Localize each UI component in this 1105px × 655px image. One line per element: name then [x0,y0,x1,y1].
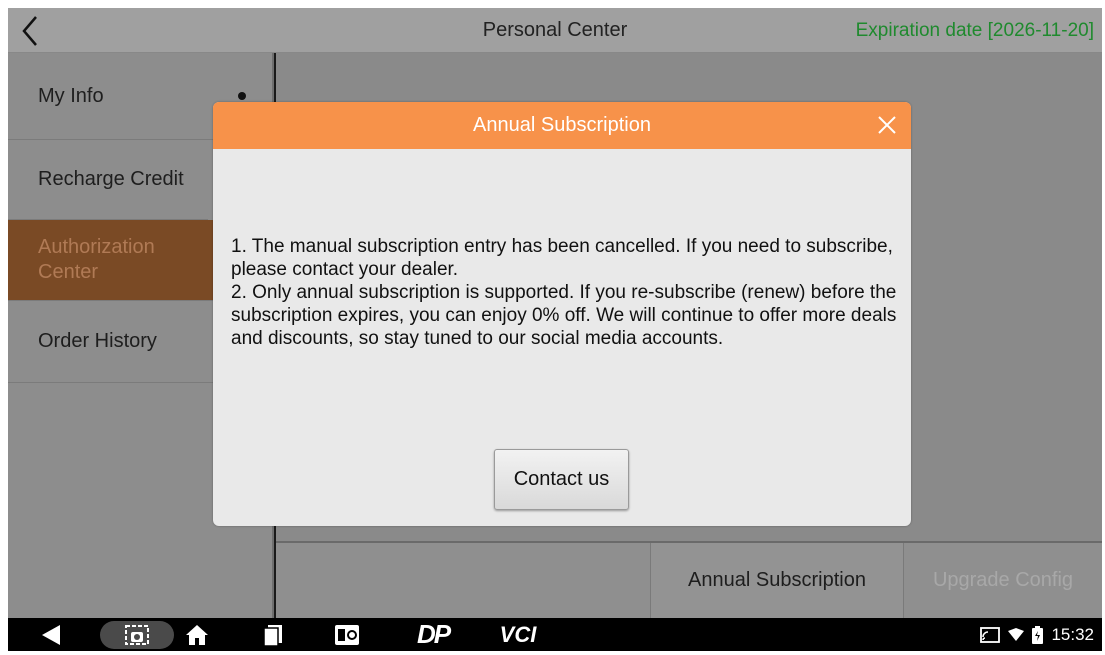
wifi-icon [1008,627,1025,641]
back-triangle-icon [42,624,60,645]
system-nav-bar: DP VCI 15:32 [8,618,1102,651]
dp-logo-icon: DP [416,619,451,649]
nav-back-button[interactable] [36,618,66,651]
nav-app-shortcut[interactable] [330,618,364,651]
dialog-header: Annual Subscription [213,102,911,149]
device-screen: Personal Center Expiration date [2026-11… [8,8,1102,651]
app-shortcut-icon [335,624,359,645]
dialog-message: 1. The manual subscription entry has bee… [231,235,901,350]
expiration-date: Expiration date [2026-11-20] [855,20,1094,41]
nav-dp-app[interactable]: DP [408,618,458,651]
dialog-title: Annual Subscription [473,114,651,136]
back-button[interactable] [20,14,60,48]
dialog-paragraph: 1. The manual subscription entry has bee… [231,236,893,280]
notification-dot-icon [238,92,246,100]
battery-icon [1032,625,1044,644]
vci-logo-icon: VCI [499,621,537,647]
sidebar-item-label: Authorization Center [38,236,155,283]
home-icon [186,624,208,645]
nav-vci-app[interactable]: VCI [496,618,540,651]
sidebar-item-label: My Info [38,84,104,107]
nav-home-button[interactable] [180,618,214,651]
recent-apps-icon [263,624,282,647]
sidebar-item-label: Recharge Credit [38,168,184,190]
annual-subscription-dialog: Annual Subscription 1. The manual subscr… [213,102,911,526]
sidebar-item-recharge-credit[interactable]: Recharge Credit [8,140,208,220]
dialog-close-button[interactable] [875,113,899,137]
close-icon [878,116,896,134]
top-bar: Personal Center Expiration date [2026-11… [8,8,1102,53]
chevron-left-icon [22,16,37,46]
sidebar-item-label: Order History [38,330,157,352]
screenshot-icon [125,624,149,645]
contact-us-button[interactable]: Contact us [494,449,629,510]
screenshot-pill [100,620,174,649]
nav-recent-apps-button[interactable] [258,618,288,651]
bottom-tab-bar: Annual Subscription Upgrade Config [276,543,1102,618]
tab-upgrade-config[interactable]: Upgrade Config [904,543,1102,618]
dialog-paragraph: 2. Only annual subscription is supported… [231,282,897,349]
cast-icon [980,626,1001,643]
status-area: 15:32 [980,618,1094,651]
status-time: 15:32 [1051,624,1094,644]
nav-screenshot-button[interactable] [100,618,174,651]
tab-annual-subscription[interactable]: Annual Subscription [650,543,904,618]
